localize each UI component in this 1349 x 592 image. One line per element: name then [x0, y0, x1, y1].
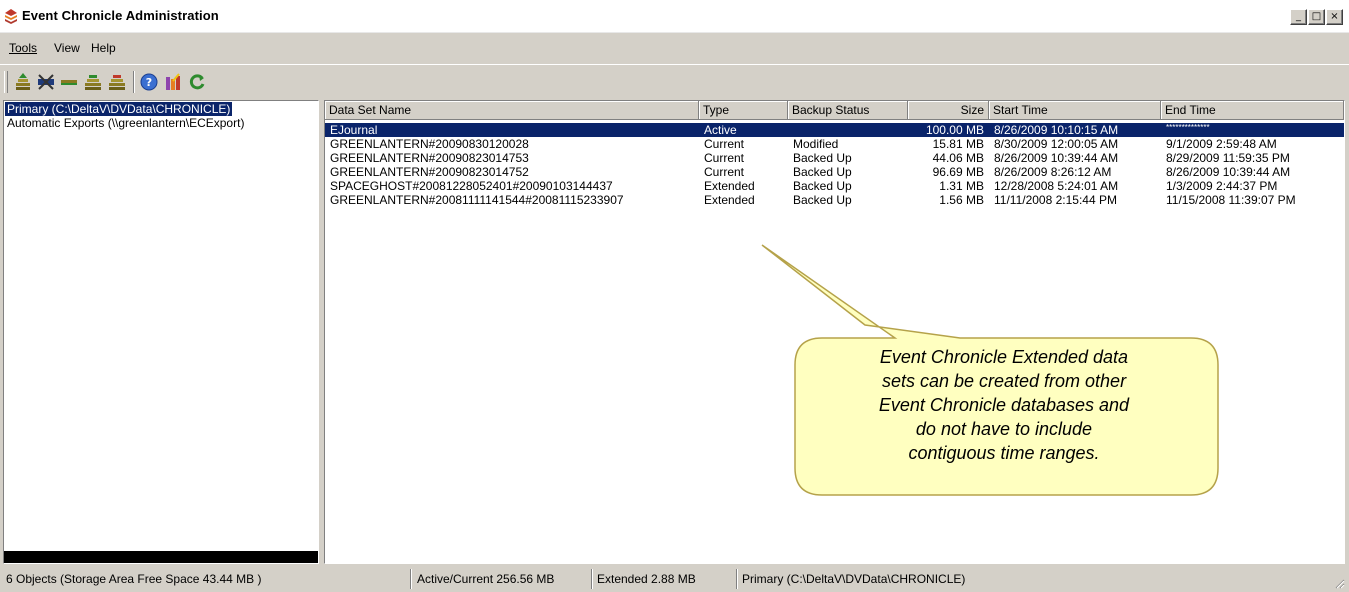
status-divider [410, 569, 412, 589]
app-icon [5, 9, 17, 24]
wizard-icon[interactable] [164, 73, 182, 91]
export-icon[interactable] [84, 73, 102, 91]
menu-bar: Tools View Help [0, 33, 1349, 63]
cell-dataset-name: EJournal [330, 123, 378, 137]
table-row[interactable]: EJournal Active 100.00 MB 8/26/2009 10:10:1… [325, 123, 1344, 137]
dataset-list[interactable]: Data Set Name Type Backup Status Size St… [324, 100, 1345, 564]
cell-size: 44.06 MB [932, 151, 984, 165]
cell-start-time: 8/30/2009 12:00:05 AM [994, 137, 1119, 151]
cell-end-time: 9/1/2009 2:59:48 AM [1166, 137, 1277, 151]
callout-line: Event Chronicle Extended data [879, 347, 1129, 367]
storage-area-tree[interactable]: Primary (C:\DeltaV\DVData\CHRONICLE) Aut… [3, 100, 319, 564]
column-header-backup-status[interactable]: Backup Status [788, 101, 908, 120]
status-location: Primary (C:\DeltaV\DVData\CHRONICLE) [742, 572, 966, 586]
menu-tools-label: Tools [9, 41, 38, 55]
svg-text:?: ? [146, 76, 152, 89]
column-header-start-time[interactable]: Start Time [989, 101, 1161, 120]
cell-size: 15.81 MB [932, 137, 984, 151]
cell-start-time: 8/26/2009 8:26:12 AM [994, 165, 1112, 179]
cell-start-time: 8/26/2009 10:39:44 AM [994, 151, 1119, 165]
menu-tools[interactable]: Tools [9, 41, 37, 55]
window-title: Event Chronicle Administration [22, 8, 219, 23]
tree-scroll-strip [4, 551, 318, 563]
cell-type: Extended [704, 179, 755, 193]
table-row[interactable]: GREENLANTERN#20090823014752 Current Backed… [325, 165, 1344, 179]
tree-item-primary[interactable]: Primary (C:\DeltaV\DVData\CHRONICLE) [5, 102, 233, 116]
callout-line: Event Chronicle databases and [878, 395, 1130, 415]
callout-text: Event Chronicle Extended data sets can b… [808, 345, 1200, 465]
status-object-count: 6 Objects (Storage Area Free Space 43.44… [6, 572, 262, 586]
cell-dataset-name: GREENLANTERN#20090830120028 [330, 137, 529, 151]
cell-backup-status: Backed Up [793, 179, 852, 193]
cell-dataset-name: GREENLANTERN#20081111141544#200811152339… [330, 193, 624, 207]
status-divider [736, 569, 738, 589]
table-row[interactable]: GREENLANTERN#20090830120028 Current Modifi… [325, 137, 1344, 151]
menu-view[interactable]: View [54, 41, 80, 55]
cell-start-time: 11/11/2008 2:15:44 PM [994, 193, 1117, 207]
resize-grip-icon[interactable] [1333, 577, 1345, 589]
toolbar-separator [133, 71, 135, 93]
column-header-size[interactable]: Size [908, 101, 989, 120]
cell-type: Extended [704, 193, 755, 207]
cell-type: Current [704, 151, 745, 165]
cell-type: Current [704, 165, 745, 179]
close-button[interactable]: × [1326, 9, 1343, 25]
delete-icon[interactable] [37, 73, 55, 91]
column-header-type[interactable]: Type [699, 101, 788, 120]
cell-start-time: 12/28/2008 5:24:01 AM [994, 179, 1119, 193]
flat-icon[interactable] [60, 73, 78, 91]
status-bar: 6 Objects (Storage Area Free Space 43.44… [0, 565, 1349, 592]
refresh-icon[interactable] [188, 73, 206, 91]
cell-size: 100.00 MB [925, 123, 984, 137]
column-header-end-time[interactable]: End Time [1161, 101, 1344, 120]
cell-end-time: ************** [1166, 123, 1210, 132]
callout-line: contiguous time ranges. [908, 443, 1100, 463]
cell-dataset-name: SPACEGHOST#20081228052401#20090103144437 [330, 179, 613, 193]
cell-dataset-name: GREENLANTERN#20090823014753 [330, 151, 529, 165]
cell-backup-status: Modified [793, 137, 839, 151]
cell-backup-status: Backed Up [793, 193, 852, 207]
menu-help[interactable]: Help [91, 41, 116, 55]
cell-end-time: 8/29/2009 11:59:35 PM [1166, 151, 1290, 165]
status-active-current: Active/Current 256.56 MB [417, 572, 555, 586]
maximize-button[interactable]: □ [1308, 9, 1325, 25]
title-bar[interactable]: Event Chronicle Administration _ □ × [0, 0, 1349, 33]
table-row[interactable]: SPACEGHOST#20081228052401#20090103144437… [325, 179, 1344, 193]
callout-line: sets can be created from other [881, 371, 1127, 391]
cell-start-time: 8/26/2009 10:10:15 AM [994, 123, 1119, 137]
cell-backup-status: Backed Up [793, 165, 852, 179]
cell-type: Active [704, 123, 737, 137]
cell-size: 96.69 MB [932, 165, 984, 179]
app-window: Event Chronicle Administration _ □ × Too… [0, 0, 1349, 592]
cell-type: Current [704, 137, 745, 151]
cell-end-time: 1/3/2009 2:44:37 PM [1166, 179, 1278, 193]
cell-end-time: 8/26/2009 10:39:44 AM [1166, 165, 1291, 179]
table-row[interactable]: GREENLANTERN#20090823014753 Current Backed… [325, 151, 1344, 165]
minimize-button[interactable]: _ [1290, 9, 1307, 25]
table-row[interactable]: GREENLANTERN#20081111141544#200811152339… [325, 193, 1344, 207]
cell-end-time: 11/15/2008 11:39:07 PM [1166, 193, 1296, 207]
callout-line: do not have to include [915, 419, 1093, 439]
toolbar: ? [0, 64, 1349, 99]
column-header-name[interactable]: Data Set Name [325, 101, 699, 120]
cell-size: 1.56 MB [939, 193, 984, 207]
cell-size: 1.31 MB [939, 179, 984, 193]
status-divider [591, 569, 593, 589]
import-icon[interactable] [108, 73, 126, 91]
cell-backup-status: Backed Up [793, 151, 852, 165]
help-icon[interactable]: ? [140, 73, 158, 91]
add-dataset-icon[interactable] [14, 73, 32, 91]
toolbar-grip[interactable] [4, 71, 8, 93]
cell-dataset-name: GREENLANTERN#20090823014752 [330, 165, 529, 179]
status-extended: Extended 2.88 MB [597, 572, 696, 586]
tree-item-automatic-exports[interactable]: Automatic Exports (\\greenlantern\ECExpo… [5, 116, 246, 130]
